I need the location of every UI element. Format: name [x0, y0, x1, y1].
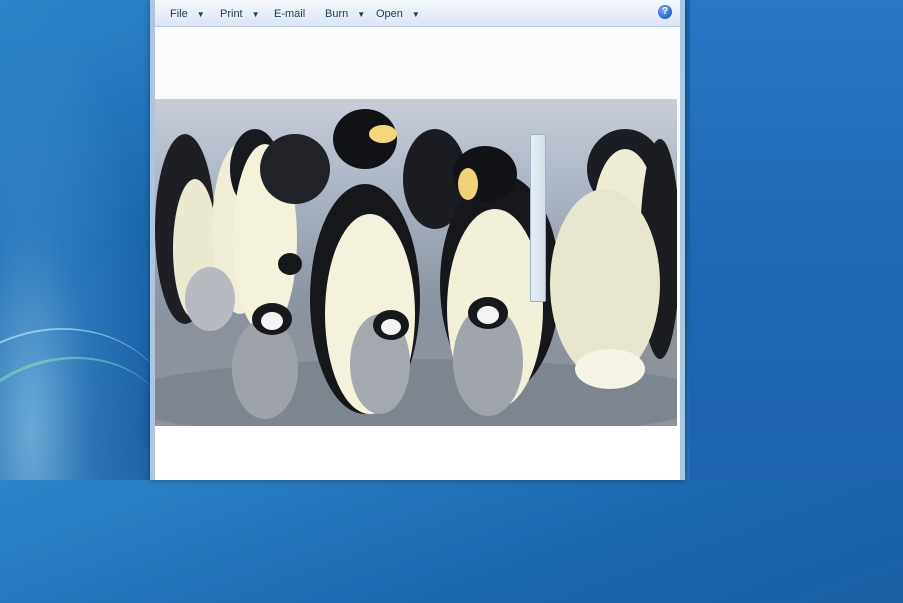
burn-menu[interactable]: Burn ▼ [325, 6, 365, 22]
email-button-label: E-mail [274, 8, 306, 20]
open-menu[interactable]: Open ▼ [376, 6, 420, 22]
chevron-down-icon: ▼ [196, 10, 205, 19]
file-menu-label: File [170, 8, 188, 20]
photo-viewer-window: File ▼ Print ▼ E-mail Burn ▼ Open ▼ ? [150, 0, 685, 480]
chevron-down-icon: ▼ [251, 10, 260, 19]
open-menu-label: Open [376, 8, 403, 20]
penguin-illustration [155, 109, 677, 426]
penguin-photo [155, 99, 677, 426]
help-icon[interactable]: ? [658, 5, 672, 19]
chevron-down-icon: ▼ [411, 10, 420, 19]
burn-menu-label: Burn [325, 8, 349, 20]
chevron-down-icon: ▼ [357, 10, 366, 19]
window-client-area: File ▼ Print ▼ E-mail Burn ▼ Open ▼ ? [155, 0, 680, 480]
desktop-wallpaper [690, 0, 903, 480]
scrollbar[interactable] [530, 134, 546, 302]
command-bar: File ▼ Print ▼ E-mail Burn ▼ Open ▼ ? [155, 0, 680, 27]
print-menu-label: Print [220, 8, 243, 20]
email-button[interactable]: E-mail [274, 6, 305, 22]
photo-background [155, 27, 680, 99]
file-menu[interactable]: File ▼ [170, 6, 205, 22]
print-menu[interactable]: Print ▼ [220, 6, 260, 22]
